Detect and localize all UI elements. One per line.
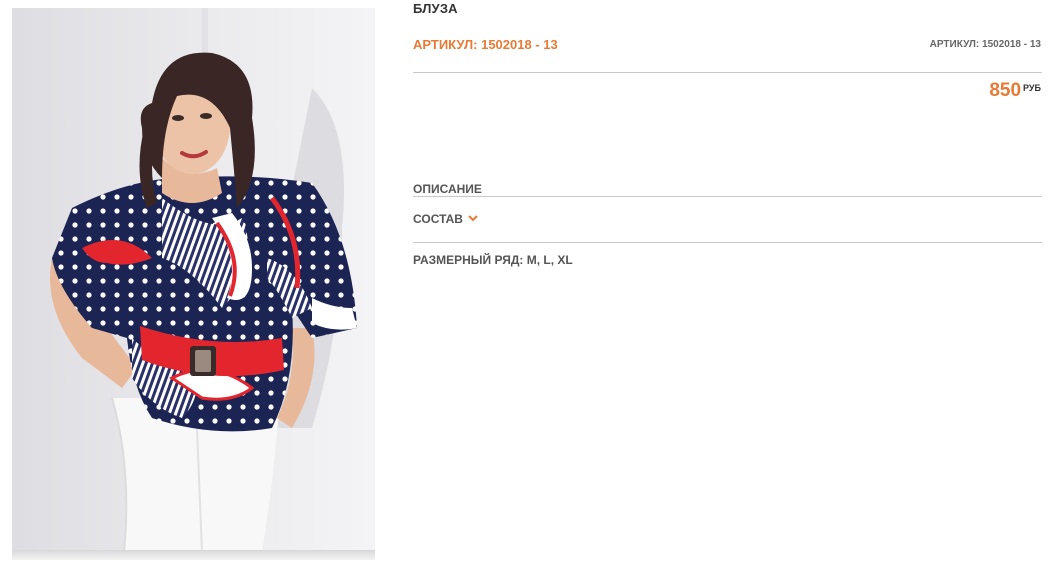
composition-label: СОСТАВ <box>413 212 463 226</box>
chevron-down-icon <box>468 211 478 225</box>
price-currency: РУБ <box>1023 83 1041 93</box>
size-range: РАЗМЕРНЫЙ РЯД: M, L, XL <box>413 253 573 267</box>
composition-toggle[interactable]: СОСТАВ <box>413 212 478 227</box>
article-number: АРТИКУЛ: 1502018 - 13 <box>413 37 558 52</box>
price-value: 850 <box>989 80 1022 101</box>
divider <box>413 72 1042 73</box>
product-photo-illustration <box>12 8 375 552</box>
description-tab[interactable]: ОПИСАНИЕ <box>413 182 482 196</box>
article-number-secondary: АРТИКУЛ: 1502018 - 13 <box>929 39 1041 50</box>
product-title: БЛУЗА <box>413 1 458 16</box>
divider <box>413 242 1042 243</box>
product-photo[interactable] <box>12 8 375 552</box>
price: 850 РУБ <box>989 80 1041 102</box>
divider <box>413 196 1042 197</box>
product-page: БЛУЗА АРТИКУЛ: 1502018 - 13 АРТИКУЛ: 150… <box>0 0 1062 565</box>
photo-shadow <box>12 550 375 560</box>
